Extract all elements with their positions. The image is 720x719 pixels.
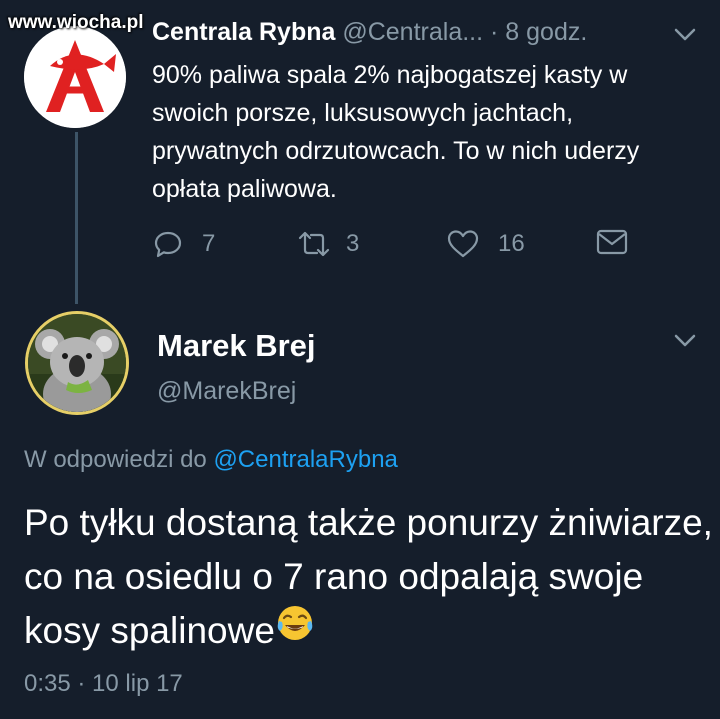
tweet1-separator: · [483, 18, 506, 46]
tweet1-chevron-down-icon[interactable] [672, 24, 698, 49]
replying-to-mention[interactable]: @CentralaRybna [213, 446, 397, 473]
like-count: 16 [498, 230, 525, 257]
tweet1-author-name[interactable]: Centrala Rybna [152, 18, 335, 46]
reply-button[interactable]: 7 [152, 228, 215, 260]
koala-avatar-icon [28, 314, 126, 412]
heart-icon [447, 230, 479, 258]
direct-message-button[interactable] [596, 228, 628, 256]
tweet2-timestamp[interactable]: 0:35 · 10 lip 17 [24, 670, 183, 698]
tweet1-actions: 7 3 16 [152, 228, 642, 268]
tweet2-text-content: Po tyłku dostaną także ponurzy żniwiarze… [24, 502, 713, 651]
tweet1-author-handle[interactable]: @Centrala... [342, 18, 483, 46]
tweet2-text: Po tyłku dostaną także ponurzy żniwiarze… [24, 496, 714, 658]
tears-of-joy-emoji-icon [275, 603, 315, 658]
tweet1-header: Centrala Rybna @Centrala... · 8 godz. [152, 18, 587, 47]
centrala-rybna-logo-icon [24, 26, 126, 128]
reply-count: 7 [202, 230, 216, 257]
watermark: www.wiocha.pl [8, 12, 144, 33]
envelope-icon [596, 229, 628, 255]
replying-to: W odpowiedzi do @CentralaRybna [24, 446, 398, 474]
retweet-icon [298, 231, 330, 257]
retweet-count: 3 [346, 230, 360, 257]
avatar-marek-brej[interactable] [25, 311, 129, 415]
like-button[interactable]: 16 [446, 228, 525, 260]
tweet2-chevron-down-icon[interactable] [672, 330, 698, 355]
tweet2-author-handle[interactable]: @MarekBrej [157, 377, 296, 406]
avatar-centrala-rybna[interactable] [24, 26, 126, 128]
retweet-button[interactable]: 3 [296, 228, 359, 260]
tweet2-author-name[interactable]: Marek Brej [157, 328, 316, 364]
reply-icon [154, 231, 182, 258]
tweet1-text: 90% paliwa spala 2% najbogatszej kasty w… [152, 61, 640, 203]
replying-to-label: W odpowiedzi do [24, 446, 214, 473]
tweet1-time[interactable]: 8 godz. [505, 18, 587, 46]
thread-line [75, 132, 78, 304]
